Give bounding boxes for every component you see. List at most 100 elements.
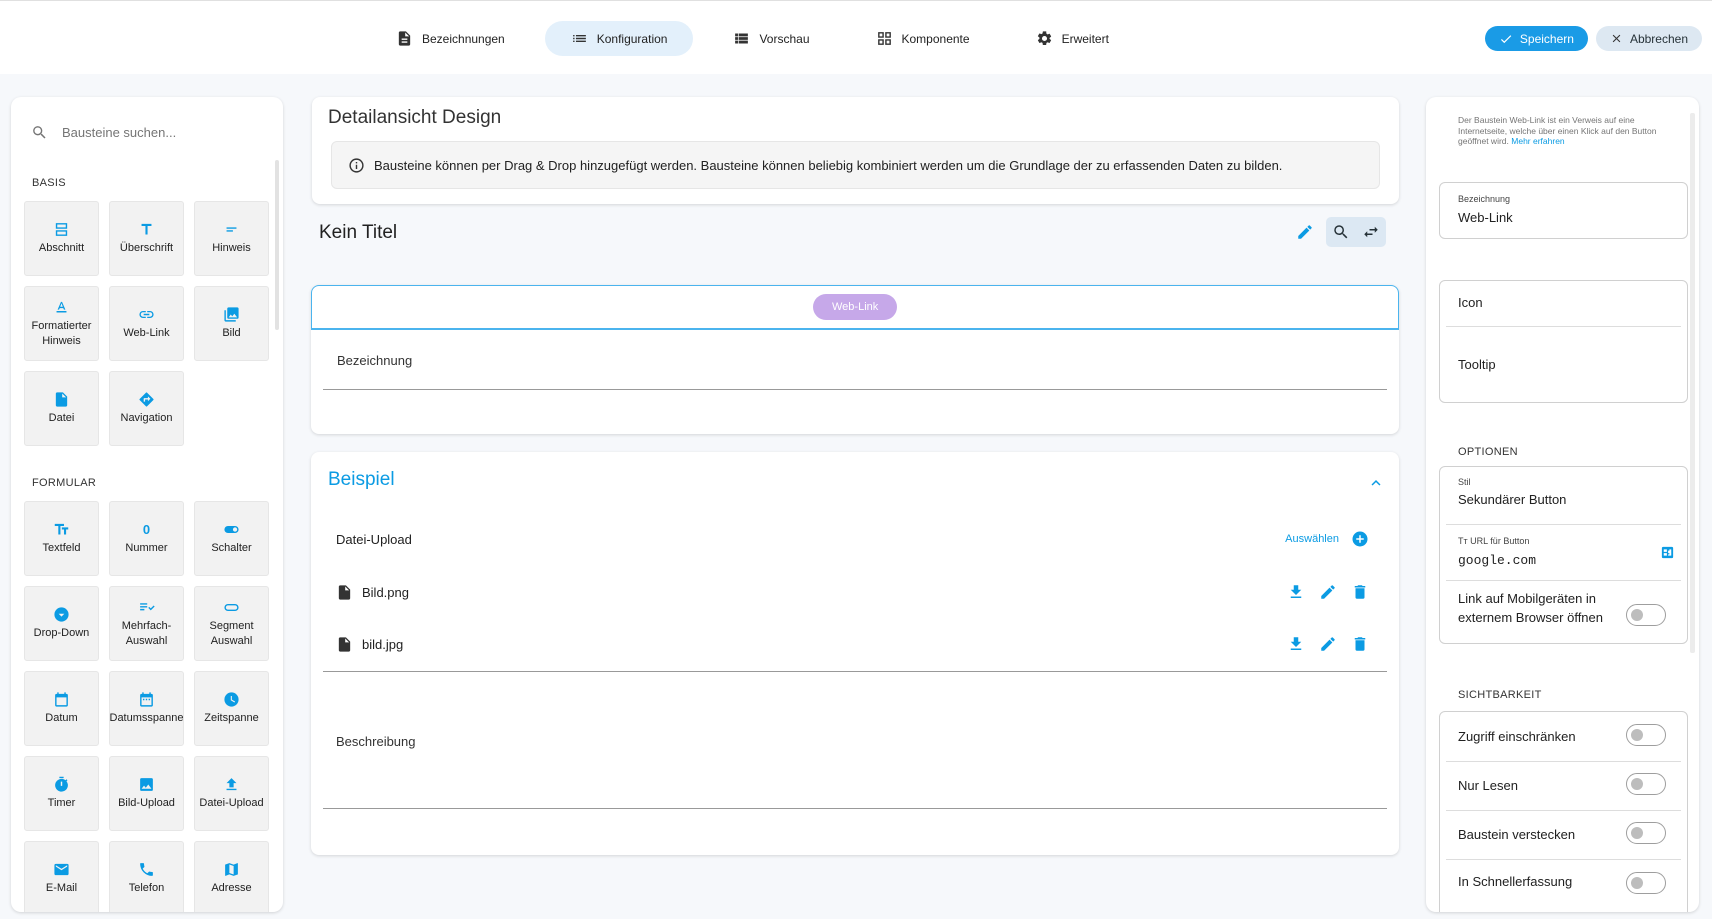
search-icon <box>1334 225 1348 239</box>
tab-erweitert[interactable]: Erweitert <box>1010 21 1135 56</box>
block-label: Web-Link <box>123 327 170 339</box>
save-button[interactable]: Speichern <box>1484 26 1588 51</box>
file-name-text: bild.jpg <box>362 636 404 652</box>
visibility-group: Zugriff einschränken Nur Lesen Baustein … <box>1439 711 1688 912</box>
block-zeitspanne[interactable]: Zeitspanne <box>194 671 269 746</box>
icon-field-label[interactable]: Icon <box>1458 295 1483 310</box>
field-label: Bezeichnung <box>1458 194 1511 204</box>
tab-konfiguration[interactable]: Konfiguration <box>544 21 694 56</box>
field-value: Web-Link <box>1458 210 1513 225</box>
block-schalter[interactable]: Schalter <box>194 501 269 576</box>
url-input[interactable]: google.com <box>1458 553 1536 568</box>
page-title: Kein Titel <box>319 222 398 243</box>
beispiel-section: Beispiel Datei-Upload Auswählen Bild.png… <box>311 452 1399 855</box>
block-datei[interactable]: Datei <box>24 371 99 446</box>
block-telefon[interactable]: Telefon <box>109 841 184 912</box>
block-segment-auswahl[interactable]: Segment Auswahl <box>194 586 269 661</box>
edit-title-button[interactable] <box>1290 217 1320 247</box>
style-select[interactable]: Sekundärer Button <box>1458 492 1566 507</box>
block-adresse[interactable]: Adresse <box>194 841 269 912</box>
block-label: Abschnitt <box>38 242 85 254</box>
pencil-icon <box>1298 225 1312 239</box>
clock-icon <box>224 692 239 707</box>
block-label: Nummer <box>125 542 168 554</box>
section-title: Beispiel <box>328 469 395 490</box>
block-navigation[interactable]: Navigation <box>109 371 184 446</box>
image-icon <box>224 307 239 322</box>
block-bild-upload[interactable]: Bild-Upload <box>109 756 184 831</box>
search-button[interactable] <box>1326 217 1356 247</box>
calendar-icon <box>55 692 68 707</box>
download-icon[interactable] <box>1287 635 1305 653</box>
external-browser-switch[interactable] <box>1626 604 1666 626</box>
search-bar <box>31 118 261 146</box>
web-link-block[interactable]: Web-Link Bezeichnung <box>311 285 1399 434</box>
block-textfeld[interactable]: Textfeld <box>24 501 99 576</box>
block-mehrfach-auswahl[interactable]: Mehrfach-Auswahl <box>109 586 184 661</box>
tab-bezeichnungen[interactable]: Bezeichnungen <box>370 21 531 56</box>
properties-scrollbar[interactable] <box>1690 113 1695 653</box>
hide-block-switch[interactable] <box>1626 822 1666 844</box>
block-timer[interactable]: Timer <box>24 756 99 831</box>
search-input[interactable] <box>62 124 252 140</box>
select-files-button[interactable]: Auswählen <box>1285 530 1369 548</box>
block-datum[interactable]: Datum <box>24 671 99 746</box>
tooltip-field-label[interactable]: Tooltip <box>1458 357 1496 372</box>
switch-icon <box>224 525 239 534</box>
block-drop-down[interactable]: Drop-Down <box>24 586 99 661</box>
trash-icon[interactable] <box>1351 635 1369 653</box>
navigation-icon <box>139 392 154 407</box>
restrict-access-label: Zugriff einschränken <box>1458 729 1576 744</box>
palette-scrollbar[interactable] <box>275 160 279 330</box>
block-datumsspanne[interactable]: Datumsspanne <box>109 671 184 746</box>
swap-button[interactable] <box>1356 217 1386 247</box>
block-nummer[interactable]: 0 Nummer <box>109 501 184 576</box>
bezeichnung-field[interactable]: Bezeichnung Web-Link <box>1439 182 1688 239</box>
trash-icon[interactable] <box>1351 583 1369 601</box>
upload-icon <box>226 778 237 791</box>
block-abschnitt[interactable]: Abschnitt <box>24 201 99 276</box>
block-label: Adresse <box>211 882 252 894</box>
list-icon <box>572 34 586 43</box>
cancel-button[interactable]: Abbrechen <box>1595 26 1702 51</box>
block-bild[interactable]: Bild <box>194 286 269 361</box>
mail-icon <box>54 863 69 876</box>
tab-label: Vorschau <box>759 31 810 46</box>
collapse-button[interactable] <box>1367 474 1385 492</box>
selected-block-frame: Web-Link <box>311 285 1399 330</box>
chevron-up-icon <box>1371 480 1381 486</box>
tab-vorschau[interactable]: Vorschau <box>707 21 835 56</box>
download-icon[interactable] <box>1287 583 1305 601</box>
divider <box>1446 326 1681 327</box>
file-row: bild.jpg <box>336 635 1369 653</box>
block-ueberschrift[interactable]: Überschrift <box>109 201 184 276</box>
image-upload-icon <box>140 778 153 791</box>
pencil-icon[interactable] <box>1319 635 1337 653</box>
timer-icon <box>55 776 68 792</box>
block-web-link[interactable]: Web-Link <box>109 286 184 361</box>
file-name: bild.jpg <box>336 636 403 653</box>
info-text: Bausteine können per Drag & Drop hinzuge… <box>374 157 1283 173</box>
properties-panel: Der Baustein Web-Link ist ein Verweis au… <box>1426 97 1699 912</box>
block-palette: BASIS Abschnitt Überschrift Hinweis Form… <box>11 97 283 912</box>
beschreibung-label: Beschreibung <box>336 734 416 749</box>
variable-button[interactable] <box>1660 545 1675 560</box>
block-datei-upload[interactable]: Datei-Upload <box>194 756 269 831</box>
divider <box>1446 810 1681 811</box>
restrict-access-switch[interactable] <box>1626 724 1666 746</box>
add-circle-icon <box>1352 531 1368 547</box>
learn-more-link[interactable]: Mehr erfahren <box>1511 136 1564 146</box>
quick-entry-switch[interactable] <box>1626 872 1666 894</box>
pencil-icon[interactable] <box>1319 583 1337 601</box>
block-e-mail[interactable]: E-Mail <box>24 841 99 912</box>
block-label: Formatierter Hinweis <box>31 319 92 347</box>
options-title: OPTIONEN <box>1458 446 1518 458</box>
help-text: Der Baustein Web-Link ist ein Verweis au… <box>1458 115 1668 147</box>
grid-icon <box>877 32 891 45</box>
tab-komponente[interactable]: Komponente <box>850 21 996 56</box>
read-only-switch[interactable] <box>1626 773 1666 795</box>
block-formatierter-hinweis[interactable]: Formatierter Hinweis <box>24 286 99 361</box>
block-hinweis[interactable]: Hinweis <box>194 201 269 276</box>
section-title-formular: FORMULAR <box>32 477 97 489</box>
block-type-chip: Web-Link <box>813 294 898 320</box>
